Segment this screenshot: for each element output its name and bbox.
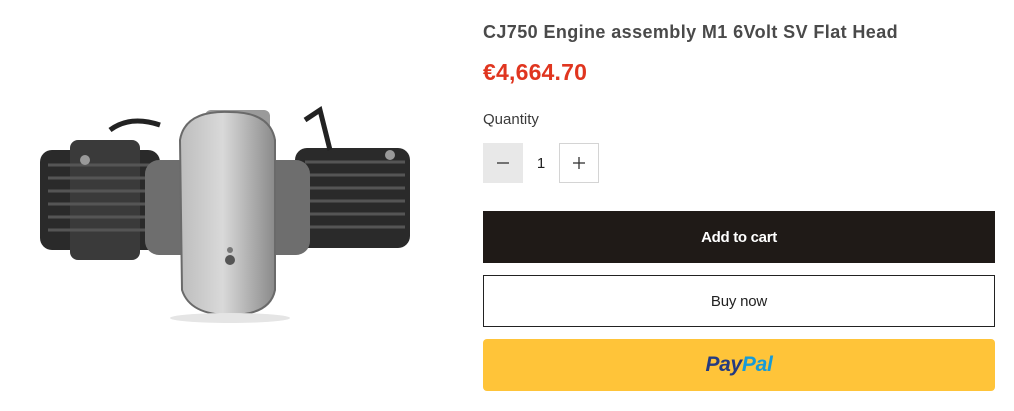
quantity-increase-button[interactable] <box>559 143 599 183</box>
add-to-cart-label: Add to cart <box>701 228 777 246</box>
left-cylinder <box>40 140 160 260</box>
paypal-logo: PayPal <box>705 353 772 377</box>
quantity-label: Quantity <box>483 111 539 128</box>
product-image <box>30 100 420 325</box>
quantity-stepper: 1 <box>483 143 599 183</box>
paypal-button[interactable]: PayPal <box>483 339 995 391</box>
buy-now-label: Buy now <box>710 292 768 310</box>
quantity-decrease-button[interactable] <box>483 143 523 183</box>
product-title: CJ750 Engine assembly M1 6Volt SV Flat H… <box>483 22 899 42</box>
minus-icon <box>497 162 509 164</box>
right-cylinder <box>295 148 410 248</box>
engine-photo <box>40 105 410 323</box>
paypal-logo-pal: Pal <box>741 353 773 376</box>
add-to-cart-button[interactable]: Add to cart <box>483 211 995 263</box>
quantity-value[interactable]: 1 <box>523 155 559 172</box>
buy-now-button[interactable]: Buy now <box>483 275 995 327</box>
product-price: €4,664.70 <box>483 59 588 85</box>
plus-icon <box>573 157 585 169</box>
paypal-logo-pay: Pay <box>705 353 742 376</box>
